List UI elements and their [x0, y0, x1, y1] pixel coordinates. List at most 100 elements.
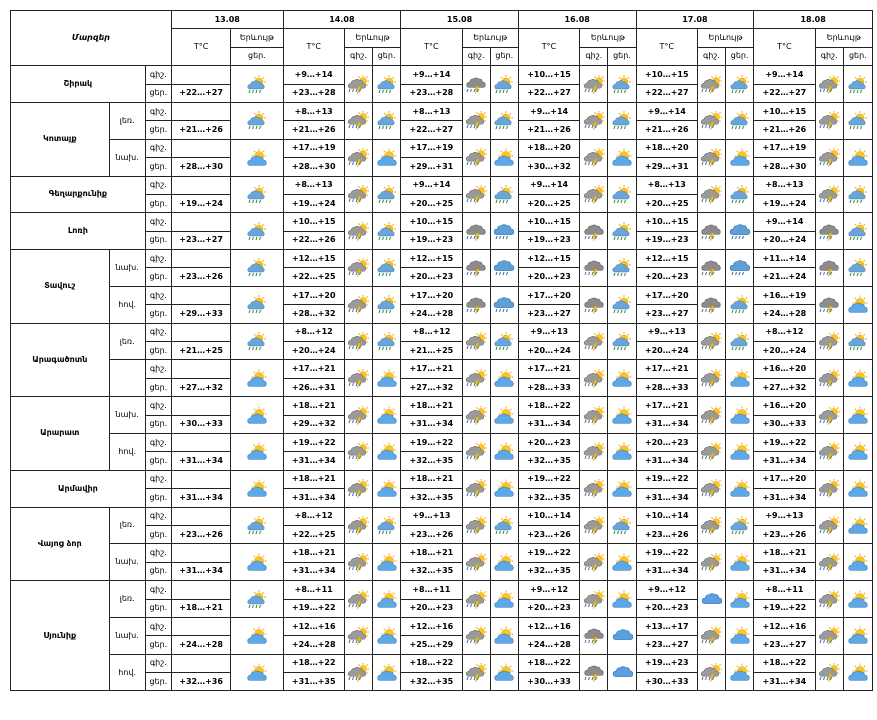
cloud-lightning-rain-icon: [701, 297, 722, 315]
temperature-value: +30…+33: [753, 414, 816, 434]
phenomenon-header: Երևույթ: [230, 28, 284, 48]
sun-cloud-lightning-icon: [819, 479, 841, 499]
sun-cloud-lightning-icon: [343, 138, 374, 177]
temperature-value: +10…+15: [635, 65, 698, 85]
sun-cloud-lightning-icon: [461, 506, 491, 545]
temperature-value: +22…+27: [635, 83, 698, 103]
time-of-day-label: ցեր.: [144, 120, 172, 140]
sun-cloud-lightning-icon: [583, 552, 605, 572]
sun-cloud-lightning-icon: [583, 184, 605, 204]
partly-cloudy-icon: [612, 148, 632, 166]
temperature-value: +31…+34: [635, 488, 698, 508]
temperature-value: +20…+23: [400, 267, 463, 287]
date-header: 18.08: [753, 9, 873, 30]
temperature-value: +27…+32: [753, 377, 816, 398]
partly-cloudy-icon: [494, 479, 514, 497]
temperature-value: +19…+22: [517, 543, 581, 563]
partly-cloudy-icon: [848, 479, 868, 497]
sun-cloud-lightning-icon: [701, 479, 723, 499]
temperature-header: T°C: [517, 28, 581, 67]
region-name: Լոռի: [10, 212, 146, 251]
sun-cloud-lightning-icon: [701, 148, 723, 168]
region-name: Արմավիր: [10, 469, 146, 508]
table-row: Սյունիք լեռ. գիշ. +8…+11 +8…+11 +9…+12 +9…+12 +…: [10, 580, 874, 692]
cloud-lightning-rain-icon: [701, 261, 722, 278]
sun-cloud-lightning-icon: [348, 552, 370, 572]
time-of-day-label: գիշ.: [144, 249, 172, 269]
temperature-value: +29…+33: [170, 304, 232, 324]
subregion-label: նախ.: [108, 543, 146, 582]
partly-cloudy-icon: [725, 432, 755, 471]
sun-cloud-rain-icon: [725, 506, 755, 545]
partly-cloudy-icon: [494, 406, 514, 424]
sun-cloud-lightning-icon: [583, 405, 605, 425]
temperature-value: +18…+22: [517, 396, 581, 416]
cloud-rain-icon: [725, 212, 755, 251]
sun-cloud-rain-icon: [377, 332, 396, 351]
table-row: գիշ. +17…+21 +17…+21 +17…+21 +17…+21 +16…+20: [11, 359, 874, 398]
sun-cloud-lightning-icon: [701, 111, 723, 131]
temperature-value: +19…+24: [170, 193, 232, 214]
phenomenon-header: Երևույթ: [814, 28, 874, 48]
sun-cloud-rain-icon: [247, 74, 266, 93]
cloud-lightning-rain-icon: [584, 261, 604, 278]
temperature-value: +16…+20: [753, 359, 816, 379]
temperature-value: [170, 212, 232, 232]
sun-cloud-lightning-icon: [583, 442, 605, 462]
sun-cloud-rain-icon: [730, 515, 749, 535]
sun-cloud-lightning-icon: [579, 506, 609, 545]
sun-cloud-rain-icon: [230, 175, 284, 214]
sun-cloud-rain-icon: [612, 332, 631, 351]
temperature-value: +9…+14: [400, 65, 463, 85]
partly-cloudy-icon: [247, 406, 267, 424]
time-of-day-label: գիշ.: [144, 101, 172, 122]
temperature-value: [170, 396, 232, 416]
sun-cloud-lightning-icon: [579, 543, 609, 582]
sun-cloud-lightning-icon: [466, 148, 488, 168]
temperature-value: +19…+24: [282, 193, 345, 214]
partly-cloudy-icon: [842, 469, 874, 508]
time-of-day-label: գիշ.: [144, 322, 172, 343]
time-of-day-label: ցեր.: [144, 267, 172, 287]
cloud-lightning-rain-icon: [819, 297, 839, 315]
sun-cloud-rain-icon: [372, 506, 402, 545]
partly-cloudy-icon: [607, 396, 637, 434]
temperature-value: +17…+20: [635, 285, 698, 306]
temperature-value: +23…+27: [635, 304, 698, 324]
sun-cloud-lightning-icon: [819, 184, 841, 204]
temperature-value: +19…+23: [635, 653, 698, 674]
date-header: 13.08: [170, 9, 284, 30]
sun-cloud-rain-icon: [489, 65, 519, 103]
forecast-page: Մարզեր 13.08 14.08 15.08 16.08 17.08 18.…: [10, 9, 874, 692]
partly-cloudy-icon: [489, 396, 519, 434]
table-row: նախ. գիշ. +12…+16 +12…+16 +12…+16 +13…+17 +12……: [11, 616, 874, 655]
partly-cloudy-icon: [494, 590, 514, 608]
partly-cloudy-icon: [247, 479, 267, 497]
cloud-rain-icon: [494, 260, 515, 276]
sun-cloud-lightning-icon: [343, 175, 374, 214]
temperature-value: +32…+35: [400, 672, 463, 692]
sun-cloud-lightning-icon: [814, 101, 844, 140]
partly-cloudy-icon: [730, 663, 750, 681]
temperature-value: +10…+15: [753, 101, 816, 122]
sun-cloud-lightning-icon: [583, 74, 605, 94]
temperature-value: +19…+22: [400, 432, 463, 453]
partly-cloudy-icon: [725, 580, 755, 618]
sun-cloud-lightning-icon: [819, 552, 841, 572]
temperature-value: +17…+20: [517, 285, 581, 306]
partly-cloudy-icon: [730, 442, 750, 461]
temperature-value: +9…+13: [753, 506, 816, 526]
temperature-value: +9…+14: [282, 65, 345, 85]
sun-cloud-rain-icon: [247, 295, 266, 314]
subregion-label: նախ.: [108, 249, 146, 287]
sun-cloud-rain-icon: [607, 506, 637, 545]
sun-cloud-lightning-icon: [696, 469, 727, 508]
sun-cloud-lightning-icon: [579, 580, 609, 618]
temperature-value: +32…+35: [400, 561, 463, 582]
sun-cloud-rain-icon: [607, 101, 637, 140]
partly-cloudy-icon: [489, 432, 519, 471]
time-of-day-label: գիշ.: [144, 138, 172, 159]
partly-cloudy-icon: [725, 616, 755, 655]
subregion-label: լեռ.: [108, 506, 146, 545]
partly-cloudy-icon: [848, 148, 868, 166]
